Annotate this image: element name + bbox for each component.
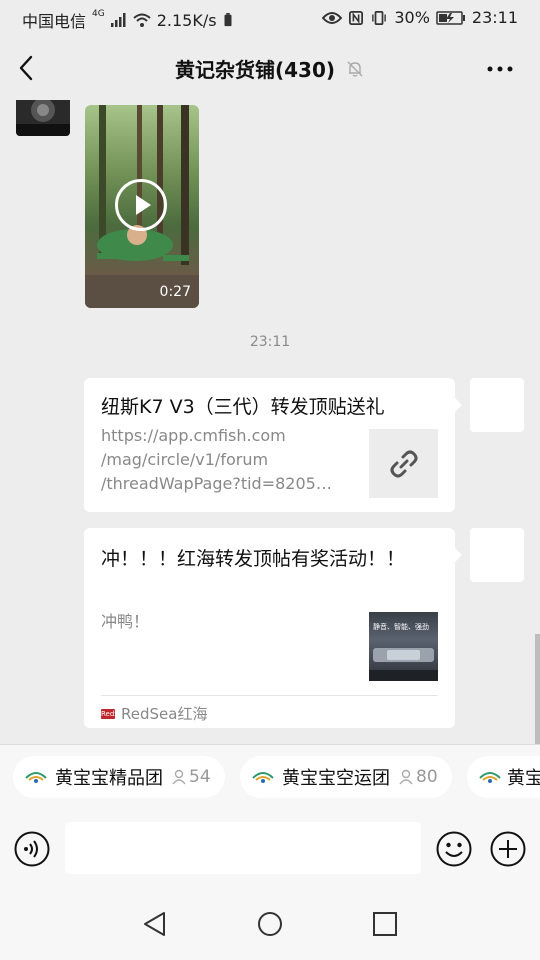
- bubble-arrow: [455, 398, 462, 412]
- group-shortcut-chip[interactable]: 黄宝: [467, 756, 540, 798]
- clock-label: 23:11: [471, 8, 518, 27]
- chat-title-container: 黄记杂货铺(430): [0, 54, 540, 83]
- network-speed-label: 2.15K/s: [156, 10, 217, 30]
- status-bar: 中国电信 4G 2.15K/s 30% 23:11: [0, 0, 540, 36]
- scrollbar[interactable]: [535, 634, 540, 744]
- nfc-icon: [349, 10, 364, 25]
- avatar-image: [16, 100, 70, 136]
- system-back-icon[interactable]: [140, 909, 170, 939]
- article-card-message[interactable]: 冲！！！红海转发顶帖有奖活动！！ 冲鸭！ 静音、智能、强劲 RedSea Red…: [84, 528, 462, 728]
- message-input-bar: [0, 809, 540, 889]
- plus-icon[interactable]: [490, 831, 526, 867]
- link-thumbnail: [369, 429, 438, 498]
- link-icon: [390, 450, 417, 477]
- message-input[interactable]: [65, 822, 421, 874]
- my-avatar[interactable]: [470, 528, 524, 582]
- sender-avatar[interactable]: [16, 100, 70, 136]
- article-card-title: 冲！！！红海转发顶帖有奖活动！！: [101, 548, 406, 570]
- vibrate-icon: [372, 10, 387, 25]
- video-duration: 0:27: [159, 284, 191, 300]
- system-navigation-bar: [0, 889, 540, 960]
- play-icon: [136, 195, 151, 215]
- chat-header: 黄记杂货铺(430): [0, 36, 540, 100]
- group-shortcut-chip[interactable]: 黄宝宝空运团 80: [240, 756, 452, 798]
- link-url-line: https://app.cmfish.com: [101, 426, 286, 445]
- link-card-url: https://app.cmfish.com /mag/circle/v1/fo…: [101, 424, 351, 496]
- video-message[interactable]: 0:27: [85, 105, 199, 308]
- group-member-count: 80: [398, 767, 438, 787]
- group-shortcuts-bar: 黄宝宝精品团 54 黄宝宝空运团 80 黄宝: [0, 745, 540, 809]
- article-card-description: 冲鸭！: [101, 612, 150, 631]
- bubble-arrow: [455, 548, 462, 562]
- group-shortcut-label: 黄宝宝精品团: [55, 768, 163, 789]
- message-timestamp: 23:11: [249, 334, 291, 350]
- carrier-label: 中国电信: [22, 12, 87, 31]
- battery-icon: [436, 10, 465, 25]
- eye-icon: [322, 11, 343, 24]
- group-member-count: 54: [171, 767, 211, 787]
- redsea-logo: RedSea: [101, 708, 128, 719]
- message-list[interactable]: 0:27 23:11 纽斯K7 V3（三代）转发顶贴送礼 https://app…: [0, 100, 540, 744]
- group-shortcut-chip[interactable]: 黄宝宝精品团 54: [13, 756, 225, 798]
- group-shortcut-label: 黄宝宝空运团: [282, 768, 390, 789]
- person-icon: [399, 769, 413, 785]
- system-recents-icon[interactable]: [370, 909, 400, 939]
- group-eye-logo-icon: [479, 772, 501, 783]
- my-avatar[interactable]: [470, 378, 524, 432]
- bell-off-icon: [347, 61, 363, 77]
- wifi-icon: [133, 13, 151, 27]
- system-home-icon[interactable]: [255, 909, 285, 939]
- person-icon: [172, 769, 186, 785]
- article-thumbnail-caption: 静音、智能、强劲: [373, 623, 429, 631]
- battery-saver-icon: [224, 13, 232, 27]
- member-count-value: 54: [189, 767, 211, 787]
- group-shortcut-label: 黄宝: [507, 768, 540, 789]
- article-source-label: RedSea红海: [121, 705, 208, 723]
- more-options-icon[interactable]: [486, 64, 514, 74]
- member-count-value: 80: [416, 767, 438, 787]
- battery-percent-label: 30%: [394, 8, 430, 27]
- chat-title: 黄记杂货铺(430): [174, 58, 336, 82]
- emoji-icon[interactable]: [436, 831, 472, 867]
- link-url-line: /mag/circle/v1/forum: [101, 450, 269, 469]
- play-button[interactable]: [115, 179, 167, 231]
- signal-icon: [110, 13, 126, 27]
- link-url-line: /threadWapPage?tid=8205…: [101, 474, 332, 493]
- article-source: RedSea RedSea红海: [101, 703, 207, 724]
- group-eye-logo-icon: [252, 772, 274, 783]
- group-eye-logo-icon: [25, 772, 47, 783]
- link-card-message[interactable]: 纽斯K7 V3（三代）转发顶贴送礼 https://app.cmfish.com…: [84, 378, 462, 512]
- voice-input-icon[interactable]: [14, 831, 50, 867]
- network-type-label: 4G: [92, 9, 105, 19]
- article-thumbnail: 静音、智能、强劲: [369, 612, 438, 681]
- card-divider: [101, 695, 438, 696]
- link-card-title: 纽斯K7 V3（三代）转发顶贴送礼: [101, 396, 385, 418]
